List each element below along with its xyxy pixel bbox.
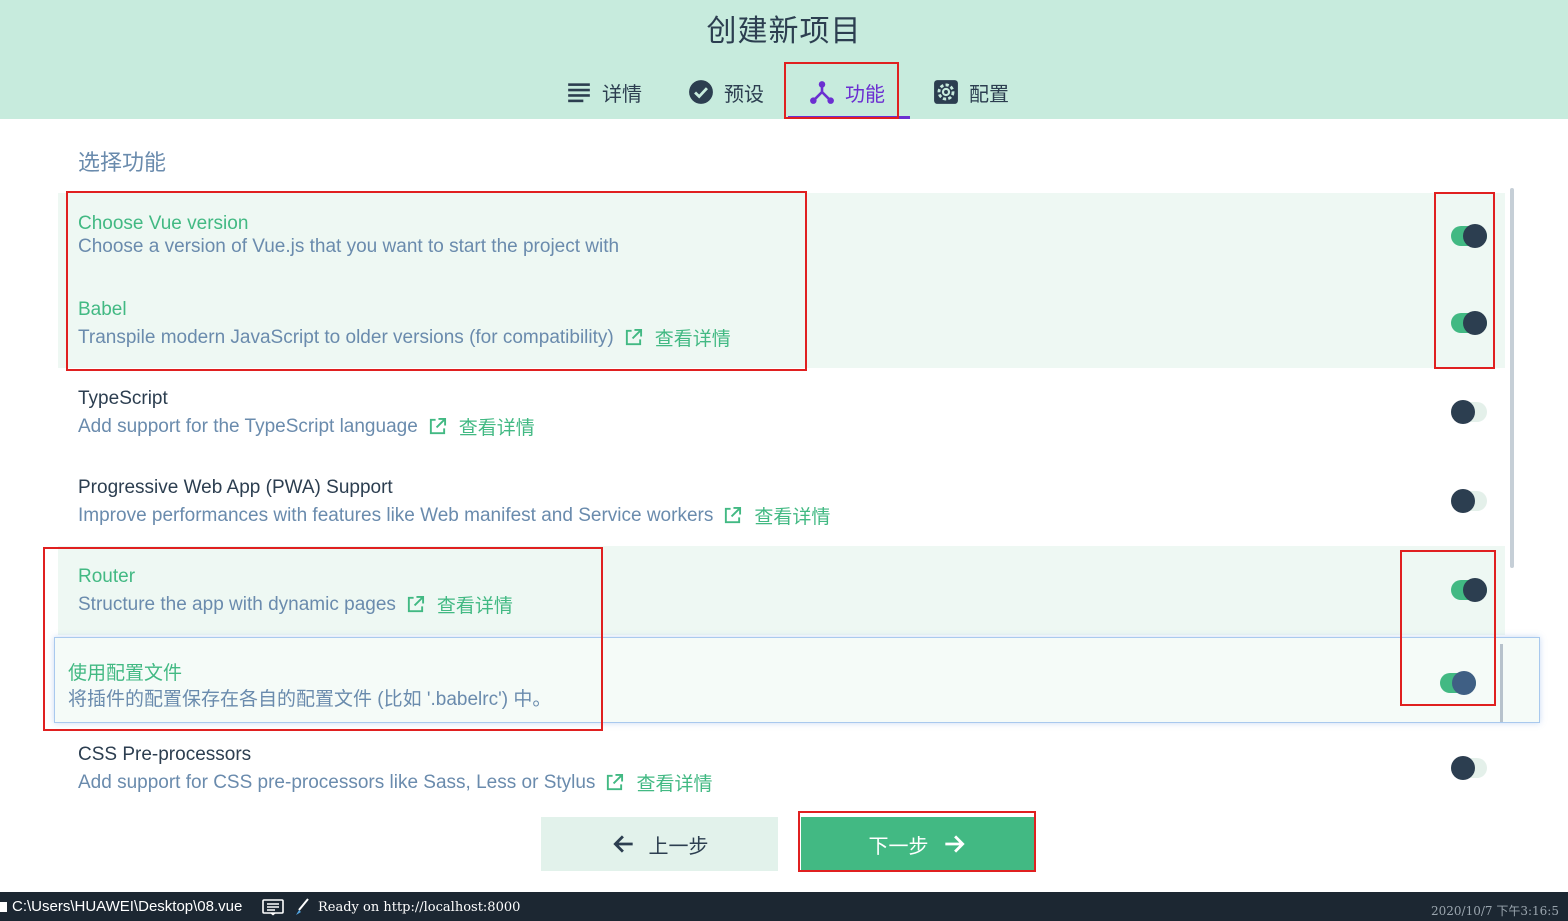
previous-step-label: 上一步 bbox=[648, 835, 709, 858]
feature-toggle[interactable] bbox=[1451, 224, 1487, 248]
feature-toggle[interactable] bbox=[1451, 400, 1487, 424]
feature-row-babel[interactable]: Babel Transpile modern JavaScript to old… bbox=[58, 281, 1505, 368]
feature-toggle[interactable] bbox=[1451, 756, 1487, 780]
section-title: 选择功能 bbox=[78, 150, 167, 175]
header: 创建新项目 详情 预设 功能 配置 bbox=[0, 0, 1568, 119]
feature-description: Improve performances with features like … bbox=[78, 502, 830, 529]
feature-toggle[interactable] bbox=[1451, 489, 1487, 513]
tab-label: 配置 bbox=[969, 83, 1009, 106]
next-step-button[interactable]: 下一步 bbox=[801, 817, 1034, 871]
feature-row-typescript[interactable]: TypeScript Add support for the TypeScrip… bbox=[58, 368, 1505, 457]
check-circle-icon bbox=[689, 80, 713, 104]
previous-step-button[interactable]: 上一步 bbox=[541, 817, 778, 871]
feature-title: Choose Vue version bbox=[78, 213, 249, 234]
feature-description: Add support for CSS pre-processors like … bbox=[78, 769, 712, 796]
tab-features[interactable]: 功能 bbox=[809, 76, 885, 108]
fork-icon bbox=[810, 81, 834, 104]
page-title: 创建新项目 bbox=[706, 15, 862, 48]
feature-row-vue-version[interactable]: Choose Vue version Choose a version of V… bbox=[58, 193, 1505, 281]
feature-row-css-preprocessors[interactable]: CSS Pre-processors Add support for CSS p… bbox=[58, 724, 1505, 813]
tab-presets[interactable]: 预设 bbox=[688, 76, 764, 108]
external-link-icon bbox=[407, 595, 424, 613]
details-link[interactable]: 查看详情 bbox=[459, 413, 535, 440]
feature-toggle[interactable] bbox=[1451, 311, 1487, 335]
option-toggle[interactable] bbox=[1440, 671, 1476, 695]
external-link-icon bbox=[625, 328, 642, 346]
feature-title: Babel bbox=[78, 299, 127, 320]
file-path[interactable]: C:\Users\HUAWEI\Desktop\08.vue bbox=[12, 898, 242, 915]
terminal-icon[interactable] bbox=[262, 899, 284, 916]
list-icon bbox=[568, 83, 590, 103]
details-link[interactable]: 查看详情 bbox=[655, 324, 731, 351]
scrollbar[interactable] bbox=[1510, 188, 1514, 568]
option-title: 使用配置文件 bbox=[68, 663, 183, 684]
feature-description: Transpile modern JavaScript to older ver… bbox=[78, 324, 731, 351]
file-icon bbox=[0, 902, 7, 912]
feature-title: TypeScript bbox=[78, 388, 168, 409]
feature-title: Progressive Web App (PWA) Support bbox=[78, 477, 393, 498]
tab-label: 功能 bbox=[845, 83, 885, 106]
feature-description: Structure the app with dynamic pages 查看详… bbox=[78, 591, 513, 618]
feature-description: Choose a version of Vue.js that you want… bbox=[78, 236, 620, 257]
tab-config[interactable]: 配置 bbox=[933, 76, 1009, 108]
feature-row-router[interactable]: Router Structure the app with dynamic pa… bbox=[58, 546, 1505, 635]
external-link-icon bbox=[607, 773, 624, 791]
arrow-left-icon bbox=[612, 835, 633, 853]
config-file-option[interactable]: 使用配置文件 将插件的配置保存在各自的配置文件 (比如 '.babelrc') … bbox=[54, 637, 1540, 723]
tab-details[interactable]: 详情 bbox=[566, 76, 642, 108]
datetime: 2020/10/7 下午3:16:5 bbox=[1431, 904, 1559, 918]
external-link-icon bbox=[429, 417, 446, 435]
feature-title: CSS Pre-processors bbox=[78, 744, 252, 765]
gear-icon bbox=[934, 80, 958, 104]
brush-icon[interactable] bbox=[294, 898, 310, 916]
details-link[interactable]: 查看详情 bbox=[636, 769, 712, 796]
feature-description: Add support for the TypeScript language … bbox=[78, 413, 535, 440]
next-step-label: 下一步 bbox=[868, 835, 929, 858]
feature-title: Router bbox=[78, 566, 136, 587]
details-link[interactable]: 查看详情 bbox=[437, 591, 513, 618]
arrow-right-icon bbox=[944, 835, 965, 853]
feature-toggle[interactable] bbox=[1451, 578, 1487, 602]
option-description: 将插件的配置保存在各自的配置文件 (比如 '.babelrc') 中。 bbox=[68, 689, 552, 710]
status-bar: C:\Users\HUAWEI\Desktop\08.vue Ready on … bbox=[0, 892, 1568, 921]
tab-label: 预设 bbox=[724, 83, 764, 106]
details-link[interactable]: 查看详情 bbox=[754, 502, 830, 529]
tab-label: 详情 bbox=[602, 83, 642, 106]
feature-row-pwa[interactable]: Progressive Web App (PWA) Support Improv… bbox=[58, 457, 1505, 546]
external-link-icon bbox=[725, 506, 742, 524]
active-tab-indicator bbox=[788, 116, 910, 119]
server-status[interactable]: Ready on http://localhost:8000 bbox=[318, 900, 520, 915]
option-divider bbox=[1500, 644, 1503, 722]
